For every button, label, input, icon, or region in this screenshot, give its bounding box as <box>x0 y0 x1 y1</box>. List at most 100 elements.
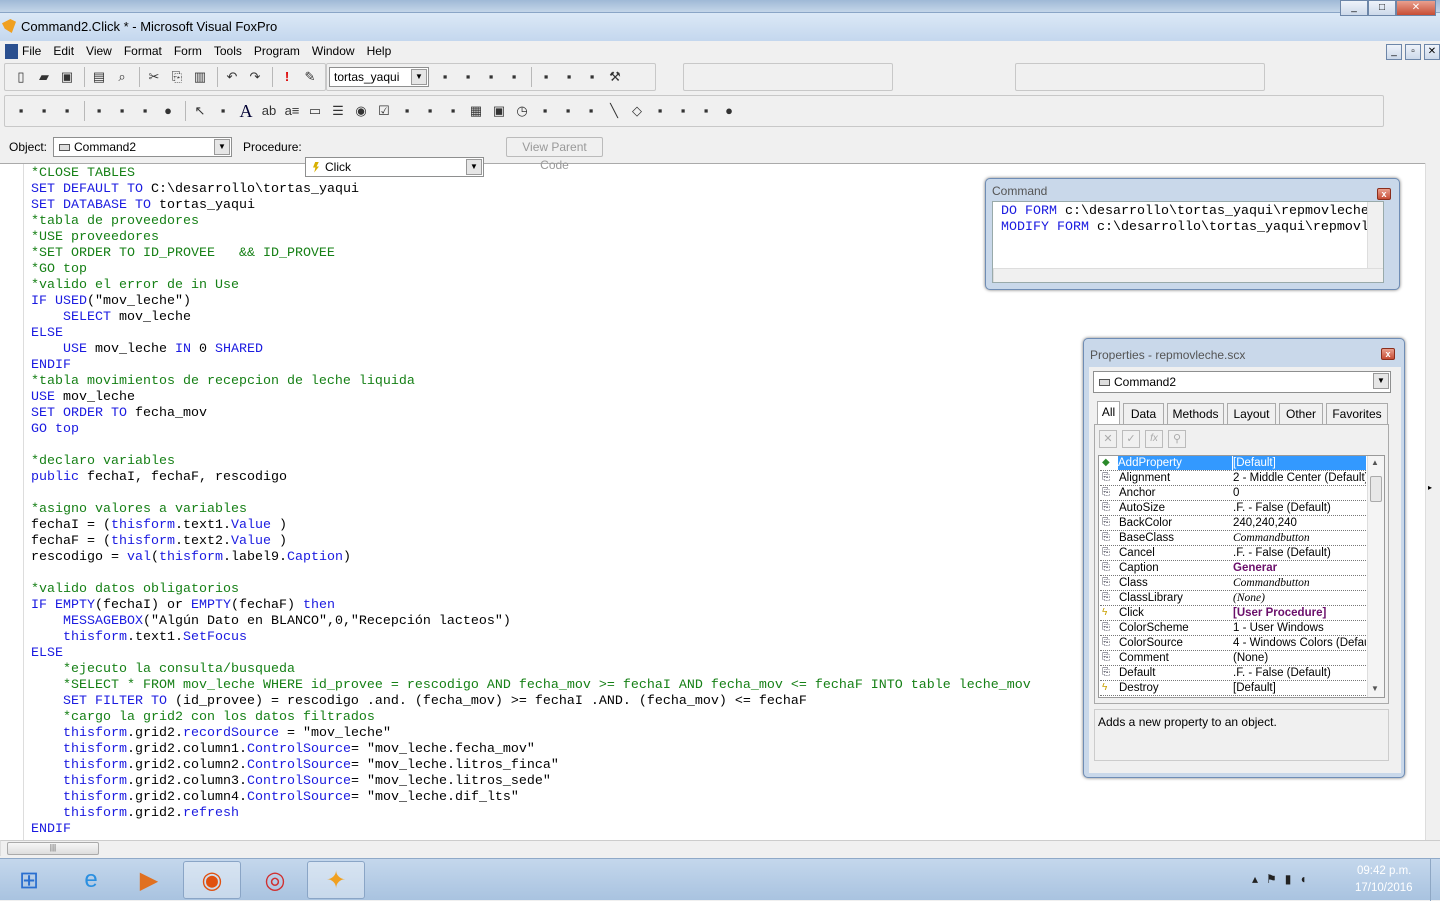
property-row[interactable]: ⎘ ColorSource 4 - Windows Colors (Default) <box>1100 636 1366 651</box>
grid-control-icon[interactable]: ▦ <box>466 101 486 121</box>
commandbutton-icon[interactable]: ▭ <box>305 101 325 121</box>
properties-object-combo[interactable]: Command2 ▼ <box>1093 371 1391 393</box>
property-row[interactable]: ⎘ Class Commandbutton <box>1100 576 1366 591</box>
tab-data[interactable]: Data <box>1123 403 1164 424</box>
paste-icon[interactable]: ▥ <box>190 67 210 87</box>
code-window-icon[interactable]: ▪ <box>504 67 524 87</box>
command-input[interactable]: DO FORM c:\desarrollo\tortas_yaqui\repmo… <box>992 201 1384 283</box>
print-preview-icon[interactable]: ⌕ <box>112 67 132 87</box>
checkbox-icon[interactable]: ☑ <box>374 101 394 121</box>
menu-help[interactable]: Help <box>361 41 398 58</box>
procedure-combo[interactable]: Click ▼ <box>305 157 484 177</box>
object-combo[interactable]: Command2 ▼ <box>53 137 232 157</box>
database-combo[interactable]: tortas_yaqui ▼ <box>329 67 429 87</box>
accept-icon[interactable]: ✓ <box>1122 430 1140 448</box>
menu-format[interactable]: Format <box>118 41 168 58</box>
start-icon[interactable]: ⊞ <box>0 861 58 899</box>
chevron-down-icon[interactable]: ▼ <box>466 159 482 175</box>
clock-date[interactable]: 17/10/2016 <box>1355 882 1413 894</box>
menu-tools[interactable]: Tools <box>208 41 248 58</box>
autoformat-icon[interactable]: ▪ <box>559 67 579 87</box>
builder-icon[interactable]: ▪ <box>89 101 109 121</box>
visual-foxpro-icon[interactable]: ✦ <box>307 861 365 899</box>
scroll-up-icon[interactable]: ▲ <box>1371 458 1379 467</box>
listbox-icon[interactable]: ▪ <box>420 101 440 121</box>
optiongroup-icon[interactable]: ◉ <box>351 101 371 121</box>
commandgroup-icon[interactable]: ☰ <box>328 101 348 121</box>
property-row[interactable]: ⎘ Caption Generar <box>1100 561 1366 576</box>
menu-edit[interactable]: Edit <box>47 41 80 58</box>
chevron-down-icon[interactable]: ▼ <box>1373 373 1389 389</box>
clock-time[interactable]: 09:42 p.m. <box>1357 865 1411 877</box>
line-icon[interactable]: ╲ <box>604 101 624 121</box>
menu-window[interactable]: Window <box>306 41 361 58</box>
autoformat2-icon[interactable]: ▪ <box>112 101 132 121</box>
property-row[interactable]: ⎘ Alignment 2 - Middle Center (Default) <box>1100 471 1366 486</box>
undo-icon[interactable]: ↶ <box>222 67 242 87</box>
mdi-minimize-button[interactable]: _ <box>1386 44 1402 60</box>
media-player-icon[interactable]: ▶ <box>120 861 178 899</box>
chevron-down-icon[interactable]: ▼ <box>411 69 427 85</box>
tab-other[interactable]: Other <box>1279 403 1323 424</box>
modify-form-icon[interactable]: ✎ <box>300 67 320 87</box>
pageframe-icon[interactable]: ▪ <box>535 101 555 121</box>
menu-view[interactable]: View <box>80 41 118 58</box>
scroll-thumb[interactable] <box>1370 476 1382 502</box>
cancel-icon[interactable]: ✕ <box>1099 430 1117 448</box>
chrome-icon[interactable]: ◎ <box>246 861 304 899</box>
property-row[interactable]: ◆ AddProperty [Default] <box>1100 456 1366 471</box>
form-builder-icon[interactable]: ▪ <box>536 67 556 87</box>
chevron-down-icon[interactable]: ▼ <box>214 139 230 155</box>
tab-favorites[interactable]: Favorites <box>1326 403 1388 424</box>
align-icon[interactable]: ▪ <box>135 101 155 121</box>
close-button[interactable]: ✕ <box>1396 0 1436 16</box>
editbox-icon[interactable]: a≡ <box>282 101 302 121</box>
property-row[interactable]: ⎘ ColorScheme 1 - User Windows <box>1100 621 1366 636</box>
print-icon[interactable]: ▤ <box>89 67 109 87</box>
vertical-scrollbar[interactable]: ▸ <box>1425 163 1440 840</box>
tab-all[interactable]: All <box>1097 401 1120 424</box>
database-icon[interactable]: ▪ <box>458 67 478 87</box>
internet-explorer-icon[interactable]: e <box>62 861 120 899</box>
open-icon[interactable]: ▰ <box>34 67 54 87</box>
command-h-scrollbar[interactable] <box>993 268 1383 282</box>
builder-lock-icon[interactable]: ▪ <box>11 101 31 121</box>
label-icon[interactable]: A <box>236 101 256 121</box>
timer-icon[interactable]: ◷ <box>512 101 532 121</box>
mdi-close-button[interactable]: ✕ <box>1424 44 1440 60</box>
property-row[interactable]: ϟ Destroy [Default] <box>1100 681 1366 696</box>
cut-icon[interactable]: ✂ <box>144 67 164 87</box>
expression-builder-icon[interactable]: fx <box>1145 430 1163 448</box>
grid-icon[interactable]: ▪ <box>57 101 77 121</box>
scroll-down-icon[interactable]: ▼ <box>1371 684 1379 693</box>
scroll-thumb[interactable]: ▸ <box>1428 483 1438 497</box>
shape-icon[interactable]: ◇ <box>627 101 647 121</box>
view-parent-code-button[interactable]: View Parent Code <box>506 137 603 172</box>
close-icon[interactable]: x <box>1381 348 1395 360</box>
zoom-icon[interactable]: ⚲ <box>1168 430 1186 448</box>
layout-icon[interactable]: ▪ <box>34 101 54 121</box>
property-row[interactable]: ϟ Click [User Procedure] <box>1100 606 1366 621</box>
tab-order-icon[interactable]: ▪ <box>582 67 602 87</box>
save-icon[interactable]: ▣ <box>57 67 77 87</box>
button-lock-icon[interactable]: ● <box>719 101 739 121</box>
horizontal-scrollbar[interactable]: ||| <box>0 840 1440 856</box>
property-row[interactable]: ⎘ Anchor 0 <box>1100 486 1366 501</box>
command-scrollbar[interactable] <box>1367 202 1383 268</box>
property-row[interactable]: ⎘ BaseClass Commandbutton <box>1100 531 1366 546</box>
spinner-icon[interactable]: ▪ <box>443 101 463 121</box>
redo-icon[interactable]: ↷ <box>245 67 265 87</box>
property-row[interactable]: ⎘ BackColor 240,240,240 <box>1100 516 1366 531</box>
property-row[interactable]: ⎘ AutoSize .F. - False (Default) <box>1100 501 1366 516</box>
menu-program[interactable]: Program <box>248 41 306 58</box>
tools-icon[interactable]: ⚒ <box>605 67 625 87</box>
h-scroll-thumb[interactable]: ||| <box>7 842 99 855</box>
tab-methods[interactable]: Methods <box>1167 403 1224 424</box>
maximize-button[interactable]: □ <box>1368 0 1396 16</box>
data-session-icon[interactable]: ▪ <box>435 67 455 87</box>
run-icon[interactable]: ! <box>277 67 297 87</box>
minimize-button[interactable]: _ <box>1340 0 1368 16</box>
properties-icon[interactable]: ▪ <box>481 67 501 87</box>
show-desktop-button[interactable] <box>1430 859 1440 901</box>
property-row[interactable]: ⎘ Comment (None) <box>1100 651 1366 666</box>
